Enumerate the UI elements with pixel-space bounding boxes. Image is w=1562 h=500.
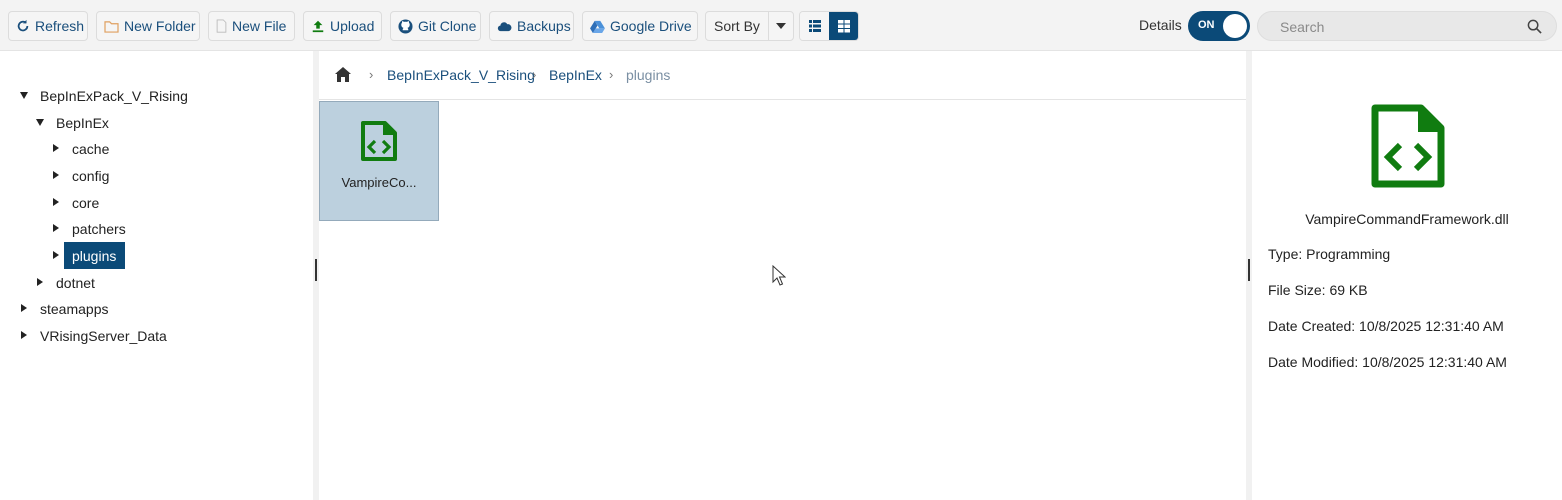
breadcrumb-current: plugins (626, 67, 671, 83)
file-name: VampireCo... (341, 175, 417, 190)
tree-label: steamapps (40, 301, 109, 317)
toggle-state: ON (1198, 19, 1215, 31)
new-file-button[interactable]: New File (208, 11, 295, 41)
details-toggle[interactable]: ON (1188, 11, 1250, 41)
chevron-right-icon: › (369, 67, 374, 82)
tree-label: patchers (72, 221, 126, 237)
view-toggle-group (799, 11, 859, 41)
caret-down-icon[interactable] (20, 92, 28, 99)
tree-label: cache (72, 141, 110, 157)
caret-right-icon[interactable] (53, 144, 59, 152)
caret-right-icon[interactable] (53, 251, 59, 259)
upload-icon (312, 20, 324, 33)
mouse-cursor-icon (772, 265, 786, 286)
caret-right-icon[interactable] (21, 304, 27, 312)
details-size: File Size: 69 KB (1268, 282, 1368, 298)
list-view-button[interactable] (800, 12, 829, 40)
details-type: Type: Programming (1268, 246, 1391, 262)
details-pane: VampireCommandFramework.dll Type: Progra… (1252, 51, 1562, 500)
refresh-button[interactable]: Refresh (8, 11, 88, 41)
new-file-icon (216, 19, 227, 33)
tree-label: VRisingServer_Data (40, 328, 167, 344)
toggle-knob (1223, 14, 1247, 38)
caret-right-icon[interactable] (37, 278, 43, 286)
chevron-right-icon: › (532, 67, 537, 82)
grid-icon (837, 19, 850, 32)
search-input[interactable]: Search (1257, 11, 1557, 41)
github-icon (398, 18, 413, 34)
home-icon[interactable] (335, 67, 351, 82)
file-tile[interactable]: VampireCo... (319, 101, 439, 221)
breadcrumb-item[interactable]: BepInExPack_V_Rising (387, 67, 535, 83)
file-view: › BepInExPack_V_Rising › BepInEx › plugi… (319, 51, 1246, 500)
backups-button[interactable]: Backups (489, 11, 574, 41)
chevron-right-icon: › (609, 67, 614, 82)
google-drive-button[interactable]: Google Drive (582, 11, 698, 41)
new-folder-icon (104, 20, 119, 33)
splitter-grip[interactable] (1248, 259, 1250, 281)
caret-right-icon[interactable] (21, 331, 27, 339)
details-file-name: VampireCommandFramework.dll (1305, 211, 1509, 227)
code-file-icon (1371, 104, 1445, 188)
search-icon[interactable] (1527, 19, 1542, 34)
git-clone-button[interactable]: Git Clone (390, 11, 481, 41)
grid-view-button[interactable] (829, 12, 858, 40)
details-label: Details (1139, 17, 1182, 33)
code-file-icon (361, 121, 397, 161)
sort-by-label[interactable]: Sort By (706, 12, 769, 40)
details-modified: Date Modified: 10/8/2025 12:31:40 AM (1268, 354, 1507, 370)
caret-right-icon[interactable] (53, 224, 59, 232)
new-file-label: New File (232, 18, 287, 34)
new-folder-label: New Folder (124, 18, 196, 34)
search-placeholder: Search (1280, 19, 1325, 35)
folder-tree: BepInExPack_V_Rising BepInEx cache confi… (0, 51, 314, 500)
caret-right-icon[interactable] (53, 171, 59, 179)
cloud-icon (497, 21, 512, 31)
tree-item-plugins[interactable]: plugins (64, 242, 125, 269)
tree-label: core (72, 195, 100, 211)
list-icon (808, 20, 821, 32)
toolbar: Refresh New Folder New File Upload Git C… (0, 0, 1562, 51)
splitter-grip[interactable] (315, 259, 317, 281)
caret-right-icon[interactable] (53, 198, 59, 206)
git-clone-label: Git Clone (418, 18, 477, 34)
refresh-icon (17, 19, 29, 32)
breadcrumb-item[interactable]: BepInEx (549, 67, 602, 83)
upload-label: Upload (330, 18, 375, 34)
tree-label: BepInExPack_V_Rising (40, 88, 188, 104)
upload-button[interactable]: Upload (303, 11, 382, 41)
breadcrumb: › BepInExPack_V_Rising › BepInEx › plugi… (319, 51, 1246, 100)
google-drive-icon (590, 20, 605, 33)
sort-by-dropdown[interactable]: Sort By (705, 11, 794, 41)
backups-label: Backups (517, 18, 571, 34)
new-folder-button[interactable]: New Folder (96, 11, 200, 41)
tree-label: plugins (72, 247, 117, 264)
tree-label: dotnet (56, 275, 95, 291)
tree-label: config (72, 168, 110, 184)
refresh-label: Refresh (35, 18, 85, 34)
google-drive-label: Google Drive (610, 18, 692, 34)
details-created: Date Created: 10/8/2025 12:31:40 AM (1268, 318, 1504, 334)
caret-down-icon[interactable] (36, 119, 44, 126)
chevron-down-icon[interactable] (769, 12, 793, 40)
tree-label: BepInEx (56, 115, 109, 131)
